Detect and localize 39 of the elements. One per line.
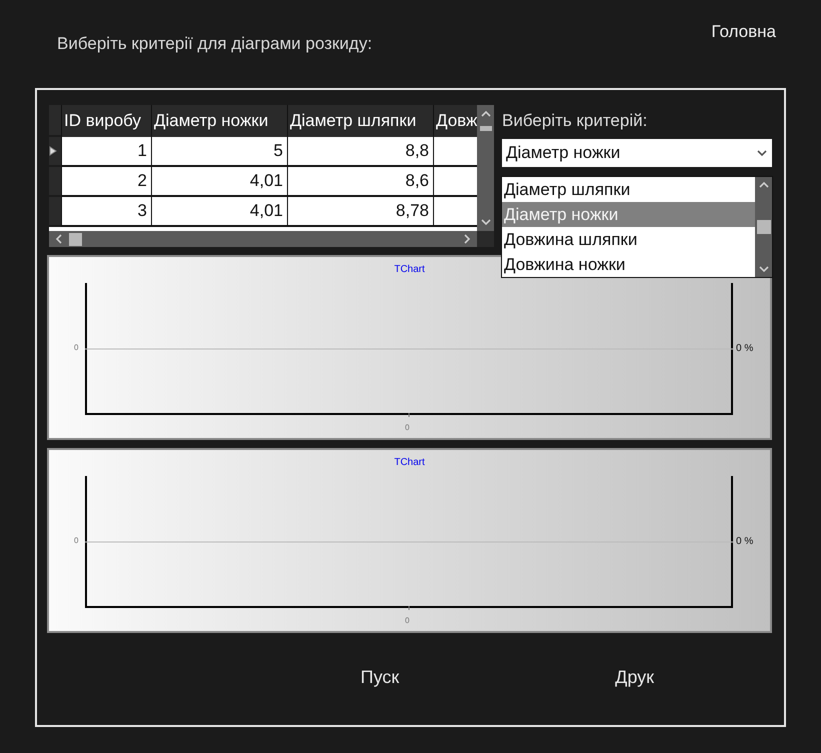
action-button[interactable]: Друк	[607, 665, 662, 690]
right-axis-label: 0 %	[736, 536, 754, 547]
column-header[interactable]: ID виробу	[61, 105, 151, 137]
scroll-thumb[interactable]	[756, 220, 770, 234]
table-cell: 8,8	[287, 137, 433, 167]
list-scrollbar[interactable]	[755, 177, 772, 277]
y-axis-tick: 0	[74, 343, 78, 352]
column-header[interactable]: Довж	[433, 105, 477, 137]
home-link[interactable]: Головна	[711, 22, 776, 42]
prompt-text: Виберіть критерії для діаграми розкиду:	[57, 34, 372, 54]
dropdown-option[interactable]: Діаметр ножки	[502, 202, 755, 227]
header-corner	[49, 105, 61, 137]
criterion-dropdown[interactable]: Діаметр ножки	[502, 139, 772, 167]
action-button[interactable]: Пуск	[352, 665, 408, 690]
table-cell: 4,01	[151, 197, 287, 227]
chart-title: TChart	[394, 457, 425, 468]
table-cell: 8,78	[287, 197, 433, 227]
scroll-thumb[interactable]	[69, 232, 82, 246]
table-cell	[433, 137, 477, 167]
table-cell	[433, 167, 477, 197]
current-row-icon	[49, 146, 57, 156]
vertical-scrollbar[interactable]	[477, 105, 494, 231]
x-axis-tick: 0	[405, 423, 410, 432]
table-cell: 2	[61, 167, 151, 197]
scroll-thumb[interactable]	[480, 126, 492, 131]
table-cell: 1	[61, 137, 151, 167]
table-cell: 8,6	[287, 167, 433, 197]
y-axis-tick: 0	[74, 536, 78, 545]
table-cell: 4,01	[151, 167, 287, 197]
criterion-label: Виберіть критерій:	[502, 111, 648, 131]
horizontal-scrollbar[interactable]	[49, 231, 477, 247]
column-header[interactable]: Діаметр шляпки	[287, 105, 433, 137]
right-axis-label: 0 %	[736, 343, 754, 354]
chart-title: TChart	[394, 264, 425, 275]
table-cell: 5	[151, 137, 287, 167]
column-header[interactable]: Діаметр ножки	[151, 105, 287, 137]
x-axis-tick: 0	[405, 616, 410, 625]
table-cell: 3	[61, 197, 151, 227]
row-header[interactable]	[49, 137, 61, 167]
